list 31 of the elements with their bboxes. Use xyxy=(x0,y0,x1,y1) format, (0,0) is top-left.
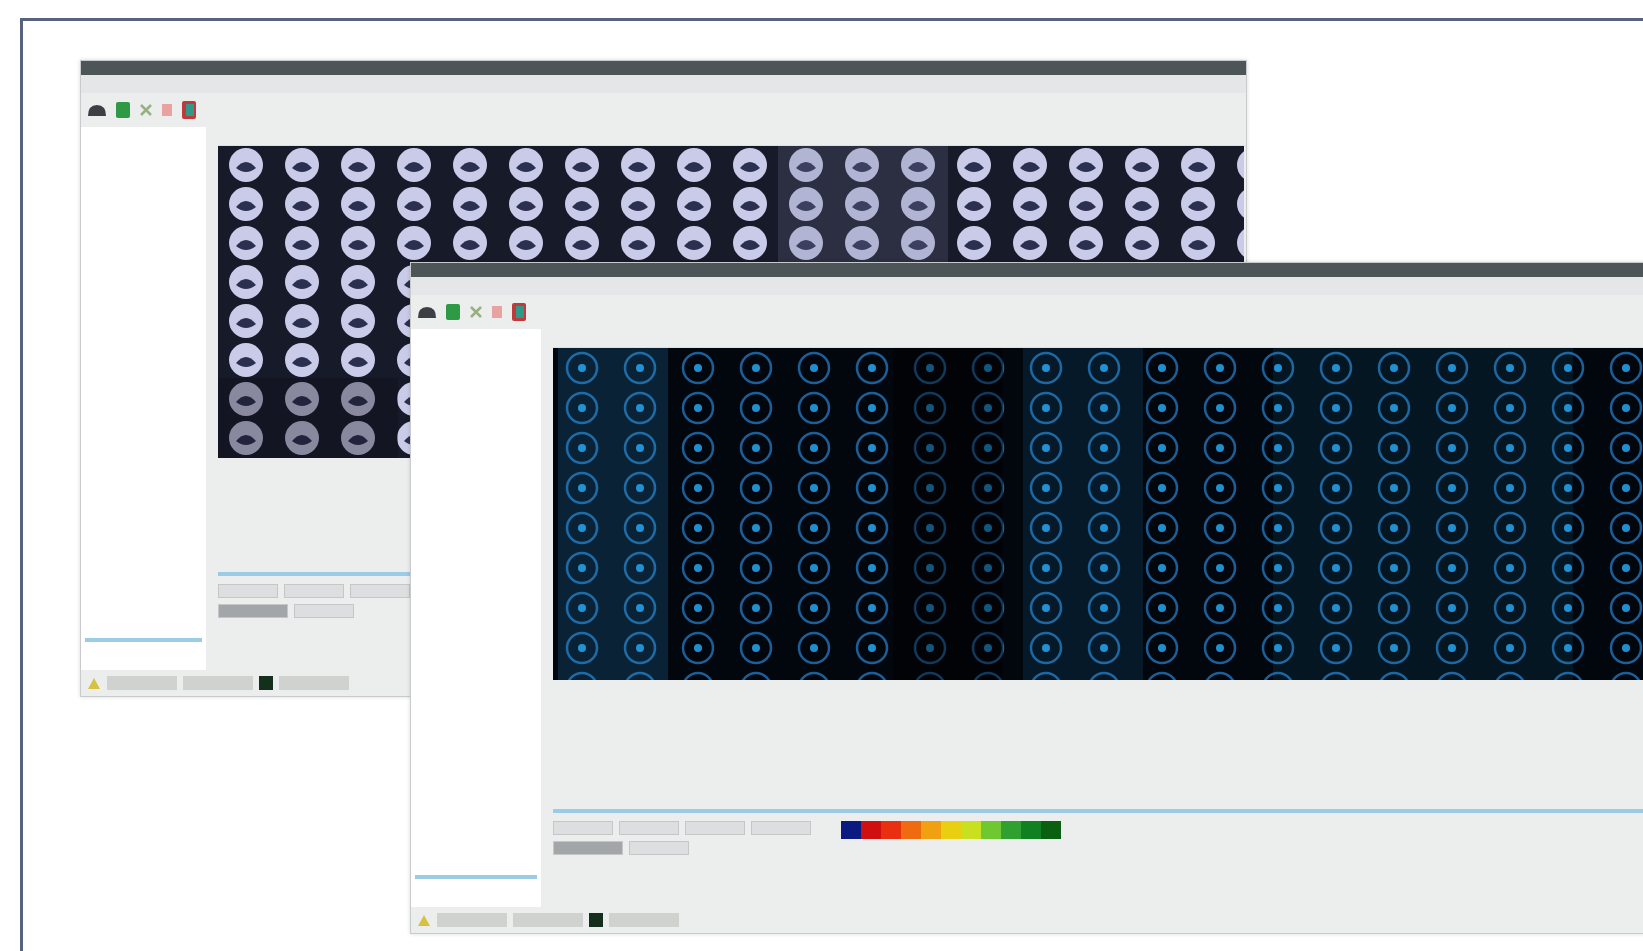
blank-button[interactable] xyxy=(294,604,354,618)
status-segment xyxy=(609,913,679,927)
cross-icon[interactable] xyxy=(139,103,153,117)
blank-button[interactable] xyxy=(629,841,689,855)
square-icon[interactable] xyxy=(445,303,461,321)
warning-icon xyxy=(87,676,101,690)
book-icon[interactable] xyxy=(511,302,527,322)
blank-button[interactable] xyxy=(619,821,679,835)
cap-icon[interactable] xyxy=(417,305,437,319)
blank-button[interactable] xyxy=(553,841,623,855)
stop-icon[interactable] xyxy=(161,103,173,117)
status-square-icon xyxy=(259,676,273,690)
cross-icon[interactable] xyxy=(469,305,483,319)
status-segment xyxy=(279,676,349,690)
status-segment xyxy=(107,676,177,690)
stop-icon[interactable] xyxy=(491,305,503,319)
blank-button[interactable] xyxy=(350,584,410,598)
status-segment xyxy=(183,676,253,690)
blank-button[interactable] xyxy=(553,821,613,835)
warning-icon xyxy=(417,913,431,927)
blank-button[interactable] xyxy=(284,584,344,598)
status-segment xyxy=(437,913,507,927)
blank-button[interactable] xyxy=(218,584,278,598)
blank-button[interactable] xyxy=(685,821,745,835)
square-icon[interactable] xyxy=(115,101,131,119)
blank-button[interactable] xyxy=(218,604,288,618)
status-square-icon xyxy=(589,913,603,927)
blank-button[interactable] xyxy=(751,821,811,835)
book-icon[interactable] xyxy=(181,100,197,120)
cap-icon[interactable] xyxy=(87,103,107,117)
status-segment xyxy=(513,913,583,927)
